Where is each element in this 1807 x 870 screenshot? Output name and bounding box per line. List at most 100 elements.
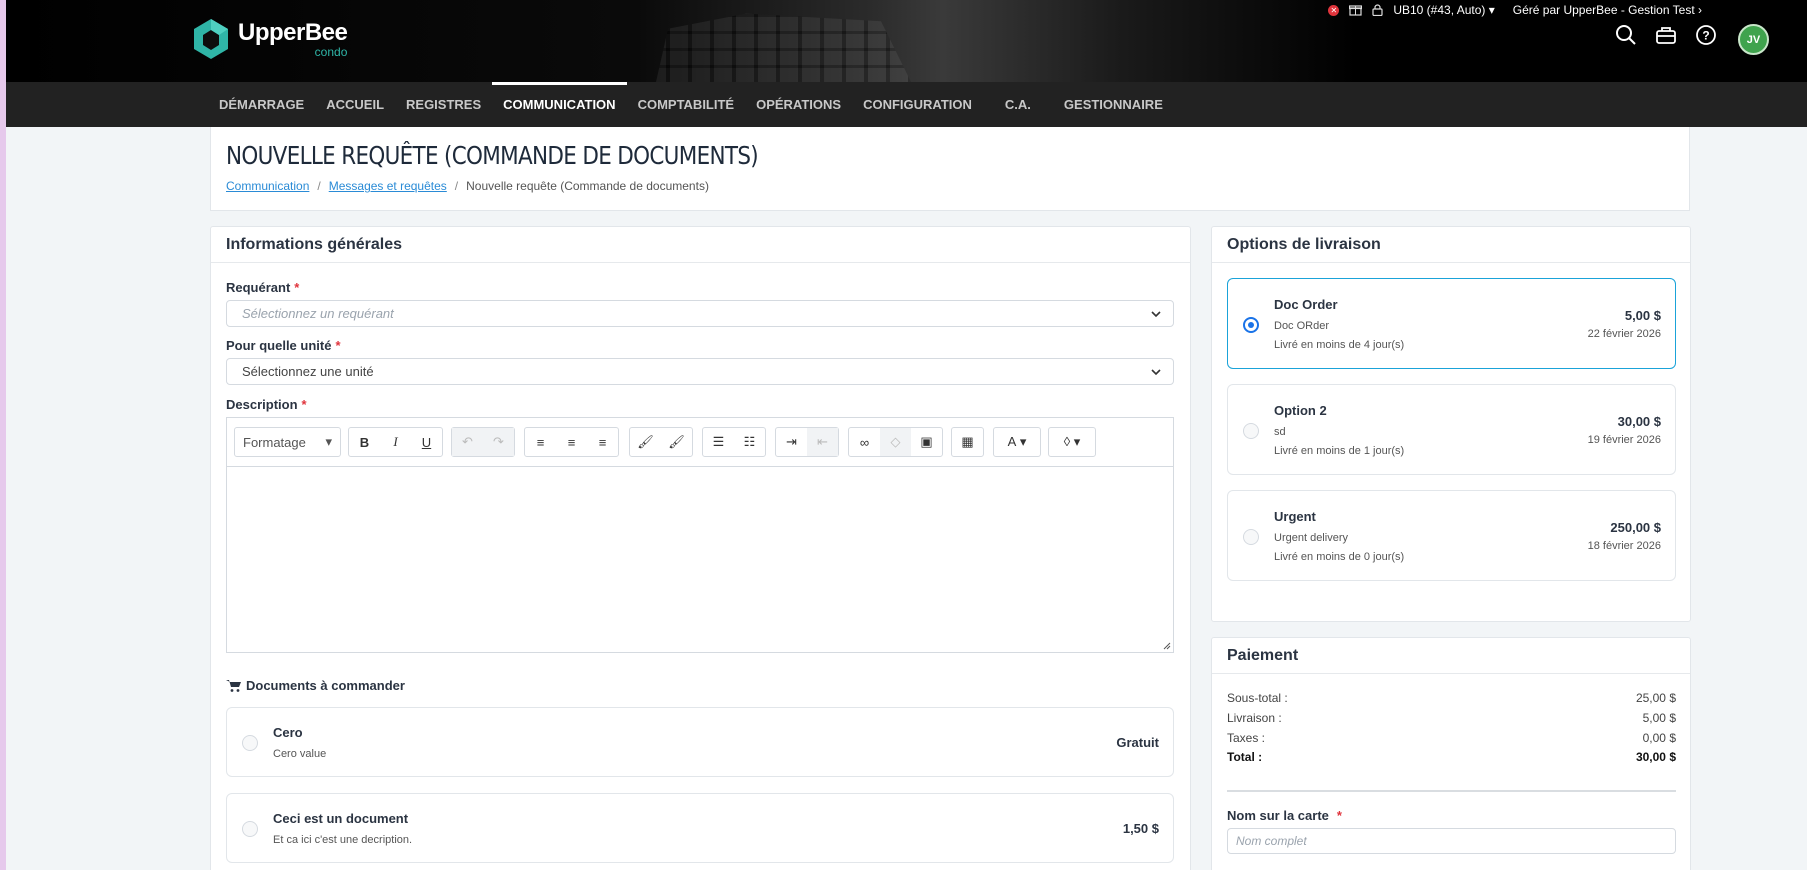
nav-communication[interactable]: COMMUNICATION xyxy=(492,82,627,127)
option-description: Doc ORder xyxy=(1274,320,1330,332)
option-price: 5,00 $ xyxy=(1624,308,1661,323)
description-editor: Formatage ▾ B I U ↶ ↷ ≡ ≡ ≡ 🖌 🖌 ☰ ☷ ⇥ ⇤ … xyxy=(226,417,1174,653)
required-marker: * xyxy=(301,397,307,412)
delivery-options-card: Options de livraison Doc Order Doc ORder… xyxy=(1211,226,1691,622)
clear-format-icon[interactable]: 🖌 xyxy=(661,428,692,456)
required-marker: * xyxy=(335,338,341,353)
header-building-image xyxy=(656,13,911,82)
editor-toolbar: Formatage ▾ B I U ↶ ↷ ≡ ≡ ≡ 🖌 🖌 ☰ ☷ ⇥ ⇤ … xyxy=(227,418,1173,467)
option-date: 18 février 2026 xyxy=(1587,540,1661,552)
editor-content-area[interactable] xyxy=(227,467,1173,652)
document-description: Et ca ici c'est une decription. xyxy=(273,834,413,846)
option-description: sd xyxy=(1274,426,1286,438)
indent-group: ⇥ ⇤ xyxy=(775,427,839,457)
format-painter-icon[interactable]: 🖌 xyxy=(630,428,661,456)
managed-by[interactable]: Géré par UpperBee - Gestion Test › xyxy=(1513,3,1702,17)
window-edge xyxy=(0,0,6,870)
card-name-input[interactable]: Nom complet xyxy=(1227,828,1676,854)
image-icon[interactable]: ▣ xyxy=(911,428,942,456)
text-color-group[interactable]: A ▾ xyxy=(993,427,1041,457)
bullet-list-icon[interactable]: ☰ xyxy=(703,428,734,456)
italic-button[interactable]: I xyxy=(380,428,411,456)
description-label: Description * xyxy=(226,397,307,412)
indent-icon[interactable]: ⇥ xyxy=(776,428,807,456)
breadcrumb-separator: / xyxy=(454,179,459,193)
document-price: 1,50 $ xyxy=(1122,821,1159,836)
help-icon[interactable]: ? xyxy=(1695,24,1717,46)
caret-down-icon: ▾ xyxy=(1488,3,1495,17)
delivery-radio[interactable] xyxy=(1243,423,1259,439)
nav-demarrage[interactable]: DÉMARRAGE xyxy=(208,82,315,127)
nav-ca[interactable]: C.A. xyxy=(983,82,1053,127)
top-header: UpperBee condo ✕ UB10 (#43, Auto) ▾ Géré… xyxy=(6,0,1807,82)
resize-handle-icon[interactable] xyxy=(1161,640,1171,650)
hexagon-logo-icon xyxy=(194,19,228,59)
page-header: NOUVELLE REQUÊTE (COMMANDE DE DOCUMENTS)… xyxy=(210,127,1690,211)
document-radio[interactable] xyxy=(242,735,258,751)
nav-configuration[interactable]: CONFIGURATION xyxy=(852,82,983,127)
underline-button[interactable]: U xyxy=(411,428,442,456)
nav-gestionnaire[interactable]: GESTIONNAIRE xyxy=(1053,82,1174,127)
breadcrumb-separator: / xyxy=(317,179,321,193)
option-price: 250,00 $ xyxy=(1610,520,1661,535)
delivery-radio[interactable] xyxy=(1243,317,1259,333)
chevron-down-icon xyxy=(1151,369,1161,376)
nav-accueil[interactable]: ACCUEIL xyxy=(315,82,395,127)
lock-icon[interactable] xyxy=(1372,4,1383,16)
table-group: ▦ xyxy=(951,427,984,457)
breadcrumb: Communication / Messages et requêtes / N… xyxy=(226,179,709,193)
align-left-icon[interactable]: ≡ xyxy=(525,428,556,456)
logo-sub: condo xyxy=(314,44,348,59)
toolbox-icon[interactable] xyxy=(1655,24,1677,46)
link-icon[interactable]: ∞ xyxy=(849,428,880,456)
logo-name: UpperBee xyxy=(238,18,348,46)
align-right-icon[interactable]: ≡ xyxy=(587,428,618,456)
delivery-option-doc-order[interactable]: Doc Order Doc ORder Livré en moins de 4 … xyxy=(1227,278,1676,369)
format-dropdown[interactable]: Formatage ▾ xyxy=(234,427,341,457)
breadcrumb-messages[interactable]: Messages et requêtes xyxy=(329,179,447,193)
error-icon[interactable]: ✕ xyxy=(1328,4,1340,16)
delivery-heading: Options de livraison xyxy=(1212,227,1690,263)
payment-divider xyxy=(1227,790,1676,792)
document-item[interactable]: Cero Cero value Gratuit xyxy=(226,707,1174,777)
nav-comptabilite[interactable]: COMPTABILITÉ xyxy=(627,82,746,127)
undo-icon[interactable]: ↶ xyxy=(452,428,483,456)
unit-select[interactable]: Sélectionnez une unité xyxy=(226,358,1174,385)
background-color-icon[interactable]: ◊ ▾ xyxy=(1049,428,1095,456)
document-radio[interactable] xyxy=(242,821,258,837)
general-info-card: Informations générales Requérant * Sélect… xyxy=(210,226,1191,870)
required-marker: * xyxy=(294,280,300,295)
option-date: 19 février 2026 xyxy=(1587,434,1661,446)
svg-text:?: ? xyxy=(1702,29,1709,43)
delivery-radio[interactable] xyxy=(1243,529,1259,545)
table-icon[interactable]: ▦ xyxy=(952,428,983,456)
unlink-icon[interactable]: ◇ xyxy=(880,428,911,456)
chevron-down-icon xyxy=(1151,311,1161,318)
unit-selector[interactable]: UB10 (#43, Auto) ▾ xyxy=(1393,3,1494,17)
chevron-right-icon: › xyxy=(1698,3,1702,17)
list-group: ☰ ☷ xyxy=(702,427,766,457)
numbered-list-icon[interactable]: ☷ xyxy=(734,428,765,456)
document-item[interactable]: Ceci est un document Et ca ici c'est une… xyxy=(226,793,1174,863)
option-title: Option 2 xyxy=(1274,403,1327,418)
outdent-icon[interactable]: ⇤ xyxy=(807,428,838,456)
requester-select[interactable]: Sélectionnez un requérant xyxy=(226,300,1174,327)
taxes-row: Taxes :0,00 $ xyxy=(1227,731,1676,745)
nav-registres[interactable]: REGISTRES xyxy=(395,82,492,127)
app-logo[interactable]: UpperBee condo xyxy=(192,18,348,60)
bg-color-group[interactable]: ◊ ▾ xyxy=(1048,427,1096,457)
breadcrumb-current: Nouvelle requête (Commande de documents) xyxy=(466,179,709,193)
gift-icon[interactable] xyxy=(1349,4,1363,16)
nav-operations[interactable]: OPÉRATIONS xyxy=(745,82,852,127)
avatar[interactable]: JV xyxy=(1738,24,1769,55)
align-center-icon[interactable]: ≡ xyxy=(556,428,587,456)
bold-button[interactable]: B xyxy=(349,428,380,456)
redo-icon[interactable]: ↷ xyxy=(483,428,514,456)
breadcrumb-communication[interactable]: Communication xyxy=(226,179,309,193)
delivery-option-option-2[interactable]: Option 2 sd Livré en moins de 1 jour(s) … xyxy=(1227,384,1676,475)
delivery-row: Livraison :5,00 $ xyxy=(1227,711,1676,725)
delivery-option-urgent[interactable]: Urgent Urgent delivery Livré en moins de… xyxy=(1227,490,1676,581)
option-price: 30,00 $ xyxy=(1617,414,1661,429)
text-color-icon[interactable]: A ▾ xyxy=(994,428,1040,456)
search-icon[interactable] xyxy=(1615,24,1637,46)
